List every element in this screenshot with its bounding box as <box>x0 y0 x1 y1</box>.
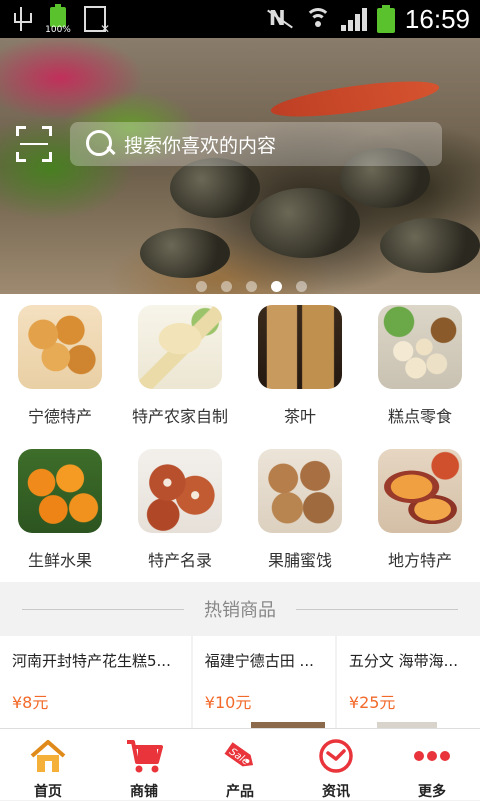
category-label: 生鲜水果 <box>27 551 92 570</box>
category-label: 宁德特产 <box>27 407 92 426</box>
hot-products-header: 热销商品 <box>0 582 480 636</box>
banner-snail-shell <box>250 188 360 258</box>
divider-line <box>22 608 184 610</box>
category-item-fresh-fruit[interactable]: 生鲜水果 <box>0 438 120 582</box>
banner-snail-shell <box>170 158 260 218</box>
carousel-dot[interactable] <box>220 281 232 292</box>
tab-products[interactable]: Sale 产品 <box>192 729 288 800</box>
category-item-tea[interactable]: 茶叶 <box>240 294 360 438</box>
category-label: 糕点零食 <box>387 407 452 426</box>
product-price: ¥8元 <box>12 693 49 712</box>
tab-more[interactable]: 更多 <box>384 729 480 800</box>
clock-icon <box>316 737 356 775</box>
battery-percent-label: 100% <box>45 25 71 35</box>
product-name: 五分文 海带海... <box>348 652 458 670</box>
tab-label: 资讯 <box>322 784 350 800</box>
product-price: ¥25元 <box>348 693 396 712</box>
battery-icon <box>376 5 395 33</box>
carousel-dot-active[interactable] <box>270 281 282 292</box>
tab-label: 商铺 <box>130 784 158 800</box>
preserved-fruit-image <box>258 449 342 533</box>
pastry-image <box>18 305 102 389</box>
search-placeholder: 搜索你喜欢的内容 <box>124 134 277 157</box>
sweet-potato-image <box>378 449 462 533</box>
product-card[interactable]: 河南开封特产花生糕5... ¥8元 <box>0 636 191 728</box>
hot-products-title: 热销商品 <box>204 600 276 621</box>
status-bar: 100% 16:59 <box>0 0 480 38</box>
wifi-icon <box>304 8 331 30</box>
tab-news[interactable]: 资讯 <box>288 729 384 800</box>
product-list: 河南开封特产花生糕5... ¥8元 福建宁德古田 ... ¥10元 五分文 海带… <box>0 636 480 728</box>
search-box[interactable]: 搜索你喜欢的内容 <box>70 122 442 166</box>
category-label: 茶叶 <box>283 407 316 426</box>
home-icon <box>28 737 68 775</box>
banner-snail-shell <box>140 228 230 278</box>
banner-snail-shell <box>380 218 480 273</box>
category-label: 地方特产 <box>387 551 452 570</box>
tab-shops[interactable]: 商铺 <box>96 729 192 800</box>
product-card[interactable]: 五分文 海带海... ¥25元 <box>336 636 480 728</box>
snack-balls-image <box>378 305 462 389</box>
battery-full-icon: 100% <box>45 4 71 35</box>
sale-tag-icon: Sale <box>220 737 260 775</box>
document-icon <box>84 6 110 36</box>
category-label: 果脯蜜饯 <box>267 551 332 570</box>
cell-signal-icon <box>340 7 367 31</box>
category-item-snacks[interactable]: 糕点零食 <box>360 294 480 438</box>
usb-icon <box>10 5 32 33</box>
bottom-nav: 首页 商铺 Sale 产品 资讯 更多 <box>0 728 480 800</box>
carousel-indicator <box>0 281 480 292</box>
category-item-farm-made[interactable]: 特产农家自制 <box>120 294 240 438</box>
dried-root-image <box>138 305 222 389</box>
product-name: 河南开封特产花生糕5... <box>12 652 171 670</box>
tab-label: 首页 <box>34 784 62 800</box>
tea-bags-image <box>258 305 342 389</box>
carousel-dot[interactable] <box>245 281 257 292</box>
category-label: 特产农家自制 <box>131 407 228 426</box>
category-grid: 宁德特产 特产农家自制 茶叶 糕点零食 生鲜水果 特产名录 果脯蜜饯 地方特产 <box>0 294 480 582</box>
cart-icon <box>124 737 164 775</box>
tab-home[interactable]: 首页 <box>0 729 96 800</box>
product-card[interactable]: 福建宁德古田 ... ¥10元 <box>192 636 335 728</box>
category-item-ningde[interactable]: 宁德特产 <box>0 294 120 438</box>
tab-label: 更多 <box>418 784 446 800</box>
category-item-preserved[interactable]: 果脯蜜饯 <box>240 438 360 582</box>
category-item-local[interactable]: 地方特产 <box>360 438 480 582</box>
clock-time: 16:59 <box>404 3 470 34</box>
divider-line <box>296 608 458 610</box>
banner-chili-decoration <box>269 74 441 124</box>
category-item-directory[interactable]: 特产名录 <box>120 438 240 582</box>
more-dots-icon <box>412 737 452 775</box>
banner-carousel[interactable]: 搜索你喜欢的内容 <box>0 38 480 294</box>
scan-icon[interactable] <box>16 126 52 162</box>
lotus-root-image <box>138 449 222 533</box>
product-name: 福建宁德古田 ... <box>204 652 314 670</box>
product-price: ¥10元 <box>204 693 252 712</box>
category-label: 特产名录 <box>147 551 212 570</box>
carousel-dot[interactable] <box>295 281 307 292</box>
oranges-image <box>18 449 102 533</box>
tab-label: 产品 <box>226 784 254 800</box>
carousel-dot[interactable] <box>195 281 207 292</box>
search-icon <box>84 128 116 160</box>
no-signal-icon <box>265 6 295 30</box>
